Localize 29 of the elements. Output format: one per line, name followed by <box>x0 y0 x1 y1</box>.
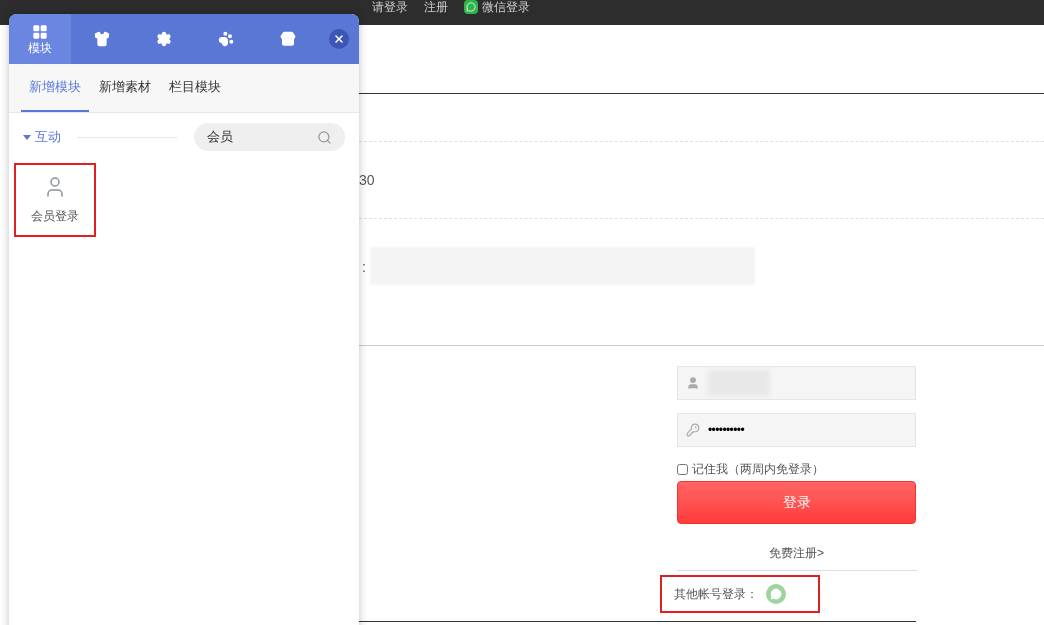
paw-icon <box>218 31 234 47</box>
search-field[interactable]: 会员 <box>194 123 345 151</box>
top-link[interactable]: 请登录 <box>372 0 408 14</box>
remember-checkbox[interactable] <box>677 463 688 475</box>
sub-tab[interactable]: 新增素材 <box>91 64 159 112</box>
username-field[interactable] <box>677 366 916 400</box>
grid-icon <box>32 24 48 40</box>
category-toggle[interactable]: 互动 <box>23 127 61 147</box>
close-icon <box>333 33 345 45</box>
close-button[interactable] <box>329 29 349 49</box>
key-icon <box>686 423 700 437</box>
wechat-icon <box>464 0 478 14</box>
sub-tab[interactable]: 新增模块 <box>21 64 89 112</box>
remember-label: 记住我（两周内免登录） <box>692 461 824 478</box>
search-icon <box>317 129 332 145</box>
field-label: : <box>362 258 366 277</box>
password-field[interactable]: •••••••••• <box>677 413 916 447</box>
other-login-label: 其他帐号登录： <box>674 586 758 603</box>
module-item[interactable]: 会员登录 <box>14 163 96 237</box>
value-text: 30 <box>359 170 375 190</box>
top-link[interactable]: 微信登录 <box>482 0 530 14</box>
sub-tab[interactable]: 栏目模块 <box>161 64 229 112</box>
register-link[interactable]: 免费注册> <box>769 544 824 562</box>
gear-icon <box>156 31 172 47</box>
top-link[interactable]: 注册 <box>424 0 448 14</box>
shirt-icon <box>94 31 110 47</box>
caret-icon <box>23 134 31 140</box>
user-icon <box>686 376 700 390</box>
store-icon <box>280 31 296 47</box>
